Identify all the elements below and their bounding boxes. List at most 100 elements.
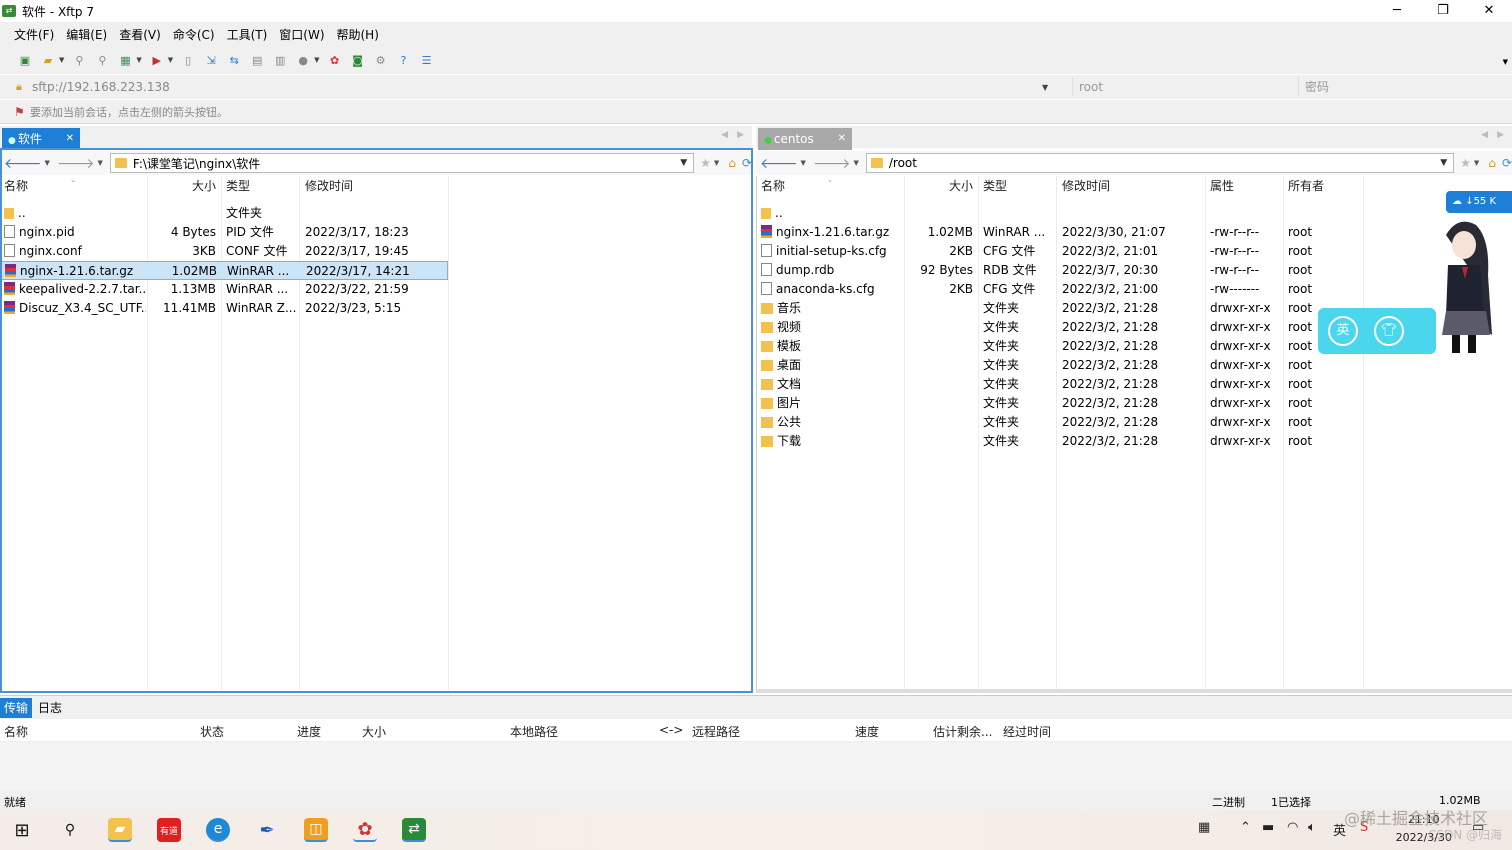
menu-tools[interactable]: 工具(T) <box>227 26 268 43</box>
print-icon[interactable]: ▤ <box>248 52 266 68</box>
file-row[interactable]: 文档 文件夹 2022/3/2, 21:28 drwxr-xr-x root <box>757 375 1363 394</box>
host-dropdown-icon[interactable]: ▼ <box>1042 83 1072 92</box>
chevron-down-icon[interactable]: ▼ <box>853 159 858 167</box>
close-button[interactable]: ✕ <box>1466 0 1512 22</box>
tab-scroll-left-icon[interactable]: ◀ <box>1481 130 1488 140</box>
tab-transfer[interactable]: 传输 <box>0 698 33 718</box>
file-row[interactable]: dump.rdb 92 Bytes RDB 文件 2022/3/7, 20:30 -rw… <box>757 261 1363 280</box>
forward-arrow-icon[interactable]: 🡒 <box>813 155 851 172</box>
chevron-down-icon[interactable]: ▼ <box>1474 159 1479 167</box>
file-explorer-icon[interactable]: ▰ <box>108 818 132 842</box>
remote-path-input[interactable]: /root ▼ <box>865 153 1455 173</box>
username-input[interactable]: root <box>1072 77 1292 97</box>
menu-view[interactable]: 查看(V) <box>119 26 161 43</box>
file-row[interactable]: initial-setup-ks.cfg 2KB CFG 文件 2022/3/2, 2… <box>757 242 1363 261</box>
xfer-col-progress[interactable]: 进度 <box>297 723 321 740</box>
xfer-col-eta[interactable]: 估计剩余... <box>933 723 992 740</box>
menu-command[interactable]: 命令(C) <box>173 26 215 43</box>
xshell-icon[interactable]: ✿ <box>326 52 344 68</box>
file-row[interactable]: 视频 文件夹 2022/3/2, 21:28 drwxr-xr-x root <box>757 318 1363 337</box>
news-widget-icon[interactable]: ▦ <box>1198 820 1210 835</box>
file-row[interactable]: .. <box>757 204 1363 223</box>
new-session-icon[interactable]: ▣ <box>16 52 34 68</box>
clipboard-icon[interactable]: ▥ <box>271 52 289 68</box>
menu-file[interactable]: 文件(F) <box>14 26 54 43</box>
copy-icon[interactable]: ▯ <box>179 52 197 68</box>
sync-icon[interactable]: ⇆ <box>225 52 243 68</box>
transfer-icon[interactable]: ▶ <box>148 52 166 68</box>
cloud-widget[interactable]: ☁︎ ↓55 K <box>1446 191 1512 213</box>
col-header-name[interactable]: 名称 <box>761 176 785 196</box>
col-header-size[interactable]: 大小 <box>907 176 973 196</box>
chevron-down-icon[interactable]: ▼ <box>168 56 173 64</box>
col-header-attr[interactable]: 属性 <box>1210 176 1234 196</box>
refresh-icon[interactable]: ⟳ <box>1502 156 1512 170</box>
paste-icon[interactable]: ⇲ <box>202 52 220 68</box>
xftp-taskbar-icon[interactable]: ⇄ <box>402 818 426 842</box>
menu-edit[interactable]: 编辑(E) <box>66 26 107 43</box>
transfer-list[interactable] <box>0 742 1512 790</box>
chevron-down-icon[interactable]: ▼ <box>314 56 319 64</box>
close-tab-icon[interactable]: ✕ <box>838 128 846 150</box>
tab-scroll-left-icon[interactable]: ◀ <box>721 130 728 140</box>
battery-icon[interactable]: ▬ <box>1262 820 1274 835</box>
xfer-col-elapsed[interactable]: 经过时间 <box>1003 723 1051 740</box>
menu-help[interactable]: 帮助(H) <box>337 26 379 43</box>
chat-icon[interactable]: ☰ <box>418 52 436 68</box>
feather-app-icon[interactable]: ✒ <box>255 818 279 842</box>
col-header-type[interactable]: 类型 <box>983 176 1007 196</box>
remote-file-list[interactable]: 名称 ⌄ 大小 类型 修改时间 属性 所有者 .. nginx-1.21.6.ta… <box>756 176 1512 692</box>
home-icon[interactable]: ⌂ <box>1488 156 1496 170</box>
tab-log[interactable]: 日志 <box>34 698 66 718</box>
xfer-col-remote-path[interactable]: 远程路径 <box>692 723 740 740</box>
skin-shirt-icon[interactable]: 👕︎ <box>1374 316 1404 346</box>
file-row[interactable]: anaconda-ks.cfg 2KB CFG 文件 2022/3/2, 21:00 -… <box>757 280 1363 299</box>
tray-expand-icon[interactable]: ⌃ <box>1240 820 1251 835</box>
file-row[interactable]: 下载 文件夹 2022/3/2, 21:28 drwxr-xr-x root <box>757 432 1363 451</box>
file-row[interactable]: nginx-1.21.6.tar.gz 1.02MB WinRAR ... 2022/… <box>757 223 1363 242</box>
open-folder-icon[interactable]: ▰ <box>39 52 57 68</box>
col-header-owner[interactable]: 所有者 <box>1288 176 1324 196</box>
file-row[interactable]: 模板 文件夹 2022/3/2, 21:28 drwxr-xr-x root <box>757 337 1363 356</box>
password-input[interactable]: 密码 <box>1298 77 1329 97</box>
xfer-col-speed[interactable]: 速度 <box>855 723 879 740</box>
close-tab-icon[interactable]: ✕ <box>66 128 74 150</box>
volume-icon[interactable]: 🔈︎ <box>1308 820 1316 835</box>
back-arrow-icon[interactable]: 🡐 <box>760 155 798 172</box>
gear-icon[interactable]: ⚙ <box>372 52 390 68</box>
chevron-down-icon[interactable]: ▼ <box>59 56 64 64</box>
ime-lang-icon[interactable]: 英 <box>1328 316 1358 346</box>
xftp-icon[interactable]: ◙ <box>349 52 367 68</box>
youdao-icon[interactable]: 有道 <box>157 818 181 842</box>
help-icon[interactable]: ? <box>395 52 413 68</box>
col-header-mtime[interactable]: 修改时间 <box>1062 176 1110 196</box>
host-input[interactable]: sftp://192.168.223.138 <box>32 80 1042 94</box>
xfer-col-name[interactable]: 名称 <box>4 723 28 740</box>
tab-remote[interactable]: ● centos ✕ <box>758 128 852 150</box>
edge-browser-icon[interactable]: e <box>206 818 230 842</box>
chevron-down-icon[interactable]: ▼ <box>801 159 806 167</box>
disconnect-icon[interactable]: ⚲ <box>93 52 111 68</box>
tab-scroll-right-icon[interactable]: ▶ <box>737 130 744 140</box>
minimize-button[interactable]: ─ <box>1374 0 1420 22</box>
xfer-col-local-path[interactable]: 本地路径 <box>510 723 558 740</box>
path-dropdown-icon[interactable]: ▼ <box>1440 158 1447 168</box>
xfer-col-direction[interactable]: <-> <box>659 723 683 737</box>
status-circle-icon[interactable]: ● <box>294 52 312 68</box>
bookmark-icon[interactable]: ⚑ <box>14 105 30 119</box>
favorite-star-icon[interactable]: ★ <box>1460 156 1471 170</box>
file-row[interactable]: 公共 文件夹 2022/3/2, 21:28 drwxr-xr-x root <box>757 413 1363 432</box>
file-row[interactable]: 音乐 文件夹 2022/3/2, 21:28 drwxr-xr-x root <box>757 299 1363 318</box>
xfer-col-status[interactable]: 状态 <box>200 723 224 740</box>
menu-window[interactable]: 窗口(W) <box>279 26 324 43</box>
xshell-taskbar-icon[interactable]: ✿ <box>353 818 377 842</box>
search-icon[interactable]: ⚲ <box>58 818 82 842</box>
file-row[interactable]: 图片 文件夹 2022/3/2, 21:28 drwxr-xr-x root <box>757 394 1363 413</box>
new-tab-icon[interactable]: ▦ <box>116 52 134 68</box>
wifi-icon[interactable]: ◠ <box>1287 820 1298 835</box>
vmware-icon[interactable]: ◫ <box>304 818 328 842</box>
maximize-button[interactable]: ❐ <box>1420 0 1466 22</box>
windows-start-icon[interactable]: ⊞ <box>10 818 34 842</box>
tab-local[interactable]: ● 软件 ✕ <box>2 128 80 150</box>
toolbar-overflow-icon[interactable]: ▼ <box>1503 58 1508 66</box>
